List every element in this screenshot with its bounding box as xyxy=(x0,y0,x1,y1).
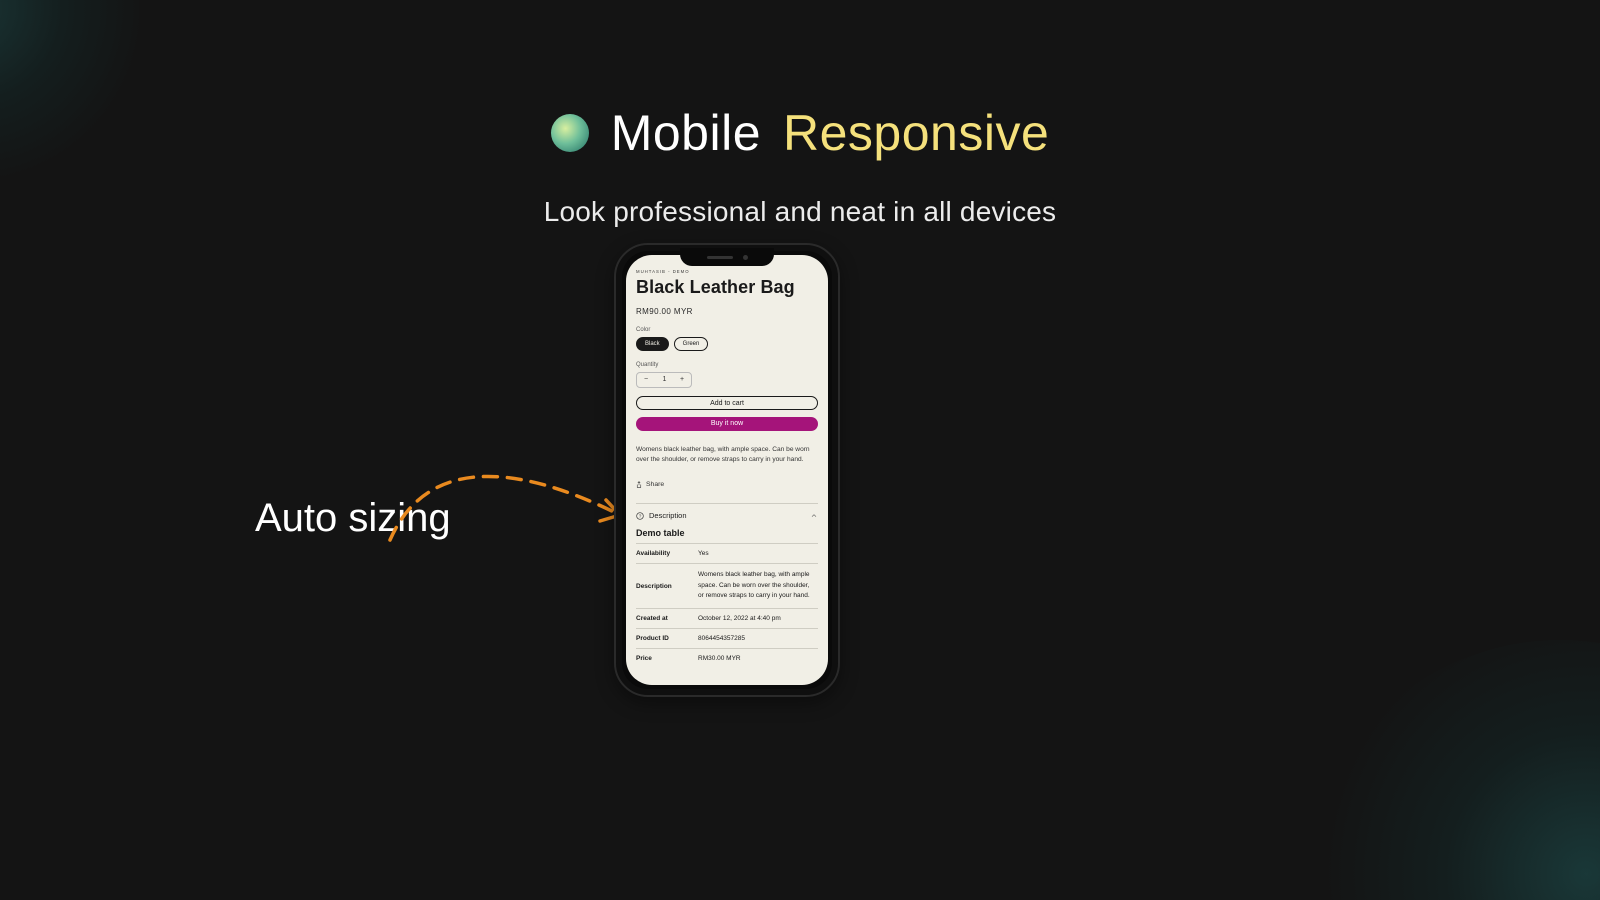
share-icon xyxy=(636,481,642,488)
table-row: Created atOctober 12, 2022 at 4:40 pm xyxy=(636,608,818,628)
info-icon: ? xyxy=(636,512,644,520)
quantity-stepper: − 1 + xyxy=(636,372,692,388)
table-row: AvailabilityYes xyxy=(636,544,818,564)
product-description: Womens black leather bag, with ample spa… xyxy=(636,445,818,465)
svg-text:?: ? xyxy=(639,514,642,519)
table-row: Product ID8064454357285 xyxy=(636,628,818,648)
product-price: RM90.00 MYR xyxy=(636,307,818,316)
camera-icon xyxy=(743,255,748,260)
color-label: Color xyxy=(636,327,818,333)
headline: Mobile Responsive xyxy=(551,104,1050,162)
swatch-black[interactable]: Black xyxy=(636,337,669,351)
phone-notch xyxy=(680,248,774,266)
phone-screen: MUHTASIB - DEMO Black Leather Bag RM90.0… xyxy=(626,255,828,685)
swatch-green[interactable]: Green xyxy=(674,337,709,351)
share-button[interactable]: Share xyxy=(636,481,664,488)
product-title: Black Leather Bag xyxy=(636,277,818,298)
table-row: PriceRM30.00 MYR xyxy=(636,648,818,668)
share-label: Share xyxy=(646,481,664,488)
color-swatches: Black Green xyxy=(636,337,818,351)
buy-now-button[interactable]: Buy it now xyxy=(636,417,818,431)
demo-table: AvailabilityYes DescriptionWomens black … xyxy=(636,543,818,667)
bullet-icon xyxy=(551,114,589,152)
qty-increment[interactable]: + xyxy=(673,373,691,387)
phone-mockup: MUHTASIB - DEMO Black Leather Bag RM90.0… xyxy=(614,243,840,697)
headline-section: Mobile Responsive Look professional and … xyxy=(0,104,1600,228)
table-row: DescriptionWomens black leather bag, wit… xyxy=(636,564,818,608)
callout-label: Auto sizing xyxy=(255,496,451,541)
headline-word-2: Responsive xyxy=(783,104,1049,162)
accordion-title: Description xyxy=(649,511,687,520)
headline-word-1: Mobile xyxy=(611,104,761,162)
chevron-up-icon xyxy=(810,512,818,520)
demo-table-caption: Demo table xyxy=(636,528,818,538)
quantity-label: Quantity xyxy=(636,362,818,368)
breadcrumb: MUHTASIB - DEMO xyxy=(636,269,818,274)
qty-decrement[interactable]: − xyxy=(637,373,655,387)
qty-value: 1 xyxy=(655,373,673,387)
add-to-cart-button[interactable]: Add to cart xyxy=(636,396,818,410)
speaker-icon xyxy=(707,256,733,259)
accordion-header[interactable]: ? Description xyxy=(636,503,818,520)
subheadline: Look professional and neat in all device… xyxy=(0,196,1600,228)
decorative-glow-bottom-right xyxy=(1300,640,1600,900)
